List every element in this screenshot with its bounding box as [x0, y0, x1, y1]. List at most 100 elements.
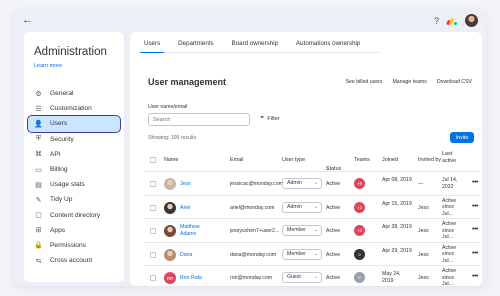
team-icon[interactable]: ☺ — [354, 248, 365, 260]
row-checkbox[interactable] — [150, 251, 156, 258]
sidebar-item-customization[interactable]: ☰ Customization — [28, 101, 120, 116]
apps-icon: ⊞ — [35, 227, 42, 235]
invited-by: — — [418, 181, 424, 187]
sidebar-item-tidy-up[interactable]: ✎ Tidy Up — [28, 192, 120, 207]
joined-date: May 24, 2019 — [382, 271, 401, 284]
invite-label: Invite — [455, 134, 469, 141]
col-invited-by[interactable]: Invited by — [418, 157, 441, 163]
user-avatar[interactable] — [465, 14, 478, 27]
user-status: Active — [326, 204, 341, 211]
chevron-down-icon: ⌄ — [313, 203, 318, 210]
users-table: Name Email User type Status ↓ Teams Join… — [144, 148, 480, 286]
user-type-value: Guest — [287, 274, 301, 280]
sidebar-item-apps[interactable]: ⊞ Apps — [28, 223, 120, 238]
col-name[interactable]: Name — [164, 157, 178, 163]
admin-title: Administration — [34, 46, 107, 58]
sidebar-item-label: API — [50, 150, 61, 158]
filter-button[interactable]: ⏷ Filter — [260, 115, 280, 122]
avatar — [164, 201, 176, 214]
sidebar-item-label: Cross account — [50, 257, 93, 265]
user-type-value: Admin — [287, 203, 302, 210]
sidebar-item-billing[interactable]: ▭ Billing — [28, 162, 120, 177]
col-email[interactable]: Email — [230, 157, 243, 163]
sidebar-item-security[interactable]: ⛨ Security — [28, 132, 120, 147]
col-teams[interactable]: Teams — [354, 157, 370, 163]
sidebar-item-label: Content directory — [50, 211, 101, 219]
user-type-select[interactable]: Admin ⌄ — [282, 201, 322, 213]
user-type-select[interactable]: Member ⌄ — [282, 225, 322, 236]
team-count-badge[interactable]: +2 — [354, 201, 365, 213]
sidebar-item-label: Usage stats — [50, 181, 85, 189]
user-email: ariel@monday.com — [230, 204, 275, 211]
table-row: RR Ron Rafa ron@monday.com Guest ⌄ Active ☺ May… — [144, 266, 480, 286]
user-type-select[interactable]: Member ⌄ — [282, 248, 322, 260]
sidebar-item-permissions[interactable]: 🔒 Permissions — [28, 238, 120, 253]
invited-by: Jess — [418, 251, 429, 258]
sidebar-item-content-directory[interactable]: ▢ Content directory — [28, 208, 120, 223]
row-checkbox[interactable] — [150, 204, 156, 211]
header-actions: See billed users Manage teams Download CSV — [346, 79, 472, 85]
page-title: User management — [148, 77, 227, 87]
more-options-icon[interactable]: ••• — [472, 203, 478, 210]
team-icon[interactable]: ☺ — [354, 272, 365, 283]
row-checkbox[interactable] — [150, 275, 156, 281]
top-bar: ← ? — [14, 10, 486, 34]
avatar — [164, 225, 176, 237]
table-row: Ariel ariel@monday.com Admin ⌄ Active +2 Apr 1… — [144, 196, 480, 219]
select-all-checkbox[interactable] — [150, 157, 156, 163]
team-count-badge[interactable]: +3 — [354, 225, 365, 236]
arrow-left-icon[interactable]: ← — [22, 14, 33, 26]
user-status: Active — [326, 228, 341, 234]
search-input[interactable] — [148, 113, 250, 126]
user-email: jessycohen7+user2... — [230, 228, 280, 234]
more-options-icon[interactable]: ••• — [472, 250, 478, 257]
avatar — [164, 178, 176, 190]
invite-button[interactable]: Invite — [450, 132, 474, 143]
user-name-link[interactable]: Ron Rafa — [180, 275, 202, 281]
help-icon[interactable]: ? — [434, 16, 439, 26]
tab-board-ownership[interactable]: Board ownership — [228, 39, 282, 53]
team-count-badge[interactable]: +8 — [354, 178, 365, 189]
sidebar-item-cross-account[interactable]: ⇆ Cross account — [28, 253, 120, 268]
download-csv-link[interactable]: Download CSV — [437, 79, 472, 85]
monday-apps-icon[interactable] — [446, 17, 457, 25]
user-name-link[interactable]: Ariel — [180, 205, 190, 211]
sidebar-item-general[interactable]: ⚙ General — [28, 86, 120, 101]
row-checkbox[interactable] — [150, 228, 156, 234]
see-billed-users-link[interactable]: See billed users — [346, 79, 383, 85]
filter-label: Filter — [267, 115, 280, 122]
tab-automations-ownership[interactable]: Automations ownership — [292, 39, 364, 53]
more-options-icon[interactable]: ••• — [472, 179, 478, 186]
more-options-icon[interactable]: ••• — [472, 273, 478, 280]
user-type-value: Admin — [287, 180, 302, 186]
sidebar-item-usage-stats[interactable]: ▤ Usage stats — [28, 177, 120, 192]
joined-date: Apr 08, 2019 — [382, 177, 412, 183]
tab-users[interactable]: Users — [140, 39, 165, 53]
tab-departments[interactable]: Departments — [174, 39, 217, 53]
col-last-active[interactable]: Last active — [442, 151, 464, 164]
col-user-type[interactable]: User type — [282, 157, 305, 163]
row-checkbox[interactable] — [150, 181, 156, 187]
main-panel: Users Departments Board ownership Automatio… — [130, 32, 482, 286]
chart-icon: ▤ — [35, 181, 42, 189]
col-joined[interactable]: Joined — [382, 157, 398, 163]
sidebar-item-label: Tidy Up — [50, 196, 73, 204]
last-active: Active since Jul... — [442, 221, 457, 240]
avatar: RR — [164, 272, 176, 284]
table-row: Matthew Adams jessycohen7+user2... Member ⌄… — [144, 219, 480, 243]
user-name-link[interactable]: Jess — [180, 181, 191, 187]
sidebar-item-api[interactable]: ⌘ API — [28, 147, 120, 162]
sidebar-item-label: Permissions — [50, 241, 86, 249]
joined-date: Apr 28, 2019 — [382, 224, 412, 230]
invited-by: Jess — [418, 204, 429, 211]
user-name-link[interactable]: Dana — [180, 252, 192, 258]
user-type-select[interactable]: Admin ⌄ — [282, 178, 322, 189]
manage-teams-link[interactable]: Manage teams — [392, 79, 426, 85]
top-bar-actions: ? — [434, 14, 478, 27]
sidebar-item-users[interactable]: 👤 Users — [27, 115, 121, 133]
more-options-icon[interactable]: ••• — [472, 226, 478, 233]
learn-more-link[interactable]: Learn more — [34, 63, 62, 69]
user-type-select[interactable]: Guest ⌄ — [282, 272, 322, 283]
search-label: User name/email — [148, 104, 188, 110]
user-name-link[interactable]: Matthew Adams — [180, 224, 210, 237]
